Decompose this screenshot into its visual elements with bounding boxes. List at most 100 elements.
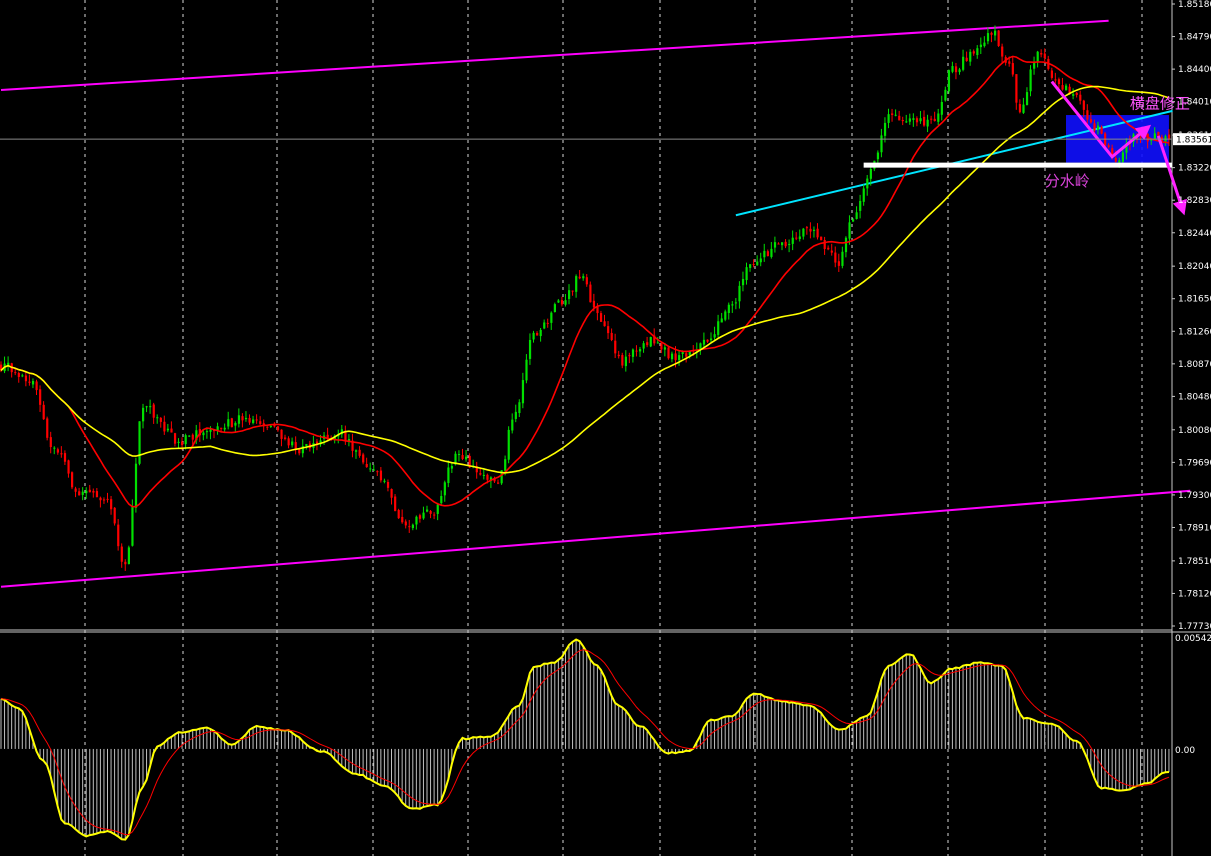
candle-body <box>102 499 106 501</box>
candle-body <box>170 428 173 433</box>
candle <box>731 301 734 313</box>
candle <box>1054 72 1057 84</box>
candle-body <box>944 89 947 101</box>
candle-body <box>781 242 784 246</box>
candle <box>433 512 436 520</box>
candle-body <box>504 459 507 471</box>
candle-body <box>284 437 287 439</box>
candle <box>255 414 258 424</box>
candle-body <box>521 380 525 404</box>
candle-body <box>972 51 975 54</box>
candle <box>337 429 340 444</box>
candle <box>1082 99 1085 118</box>
candle <box>607 321 610 339</box>
candle <box>809 222 812 239</box>
candle <box>1029 65 1032 97</box>
candle <box>670 351 674 363</box>
candle <box>1043 48 1046 61</box>
price-panel[interactable] <box>0 19 1191 588</box>
candle-body <box>599 313 603 322</box>
candle-body <box>550 312 553 323</box>
price-tick-label: 1.79690 <box>1178 458 1211 468</box>
candle <box>816 223 819 240</box>
candle-body <box>834 252 837 263</box>
candle <box>379 467 383 483</box>
candle <box>543 319 546 330</box>
candle <box>639 346 642 358</box>
candle <box>603 314 606 327</box>
candle-body <box>820 236 823 241</box>
candle-body <box>933 118 936 122</box>
candle-body <box>248 417 251 423</box>
candle-body <box>443 482 446 496</box>
candle-body <box>841 251 844 266</box>
candle-body <box>177 441 180 444</box>
candle-body <box>891 113 894 115</box>
candle <box>53 446 56 455</box>
candle-body <box>1072 94 1075 96</box>
candle <box>891 108 894 122</box>
candle-body <box>990 32 993 35</box>
candle-body <box>564 300 567 305</box>
candle-body <box>227 419 230 427</box>
candle-body <box>965 57 968 62</box>
candle <box>631 348 635 363</box>
candle <box>930 115 933 124</box>
candle <box>259 416 262 426</box>
candle <box>546 318 549 328</box>
candles <box>0 25 1171 571</box>
candle-body <box>415 516 418 525</box>
candle-body <box>408 526 411 528</box>
candle-body <box>482 474 485 476</box>
candle-body <box>511 419 514 431</box>
candle-body <box>681 352 684 354</box>
candle <box>340 424 343 438</box>
candle <box>170 421 173 433</box>
candle-body <box>749 264 752 268</box>
candle-body <box>1061 85 1064 90</box>
candle-body <box>571 290 574 292</box>
candle-body <box>596 306 599 314</box>
candle <box>582 273 585 281</box>
indicator-panel[interactable]: 0.00542 0.00 <box>0 634 1211 841</box>
candle-body <box>940 102 943 115</box>
candle <box>887 108 890 129</box>
candle-body <box>1040 53 1043 55</box>
candle-body <box>78 491 81 496</box>
candle-body <box>777 243 780 245</box>
candle <box>1050 67 1053 80</box>
channel-line <box>0 19 1109 91</box>
candle-body <box>259 421 262 424</box>
candle <box>557 299 560 304</box>
candle <box>660 342 663 354</box>
price-tick-label: 1.79300 <box>1178 491 1211 501</box>
candle <box>173 432 177 447</box>
candle <box>404 519 407 529</box>
price-tick-label: 1.81260 <box>1178 327 1211 337</box>
candle <box>149 399 152 414</box>
candle <box>351 433 354 458</box>
candle-body <box>404 521 407 526</box>
candle <box>156 414 159 424</box>
candle-body <box>223 427 226 430</box>
candle <box>614 333 617 359</box>
candle-body <box>848 222 851 239</box>
candle-body <box>837 261 840 266</box>
candle <box>635 345 638 357</box>
candle-body <box>660 343 663 350</box>
candle <box>539 327 542 342</box>
candle-body <box>422 512 425 519</box>
candle <box>795 232 798 241</box>
candle <box>962 49 965 72</box>
candle <box>408 519 411 533</box>
candle-body <box>532 332 535 340</box>
candle <box>947 69 951 94</box>
trading-chart[interactable]: 0.005420.00 1.851801.847901.844001.84010… <box>0 0 1211 856</box>
moving-averages <box>0 55 1170 508</box>
candle <box>394 494 397 512</box>
candle <box>71 471 74 490</box>
candle <box>1015 74 1018 110</box>
candle <box>532 330 535 343</box>
candle-body <box>131 506 134 546</box>
candle <box>965 51 968 62</box>
